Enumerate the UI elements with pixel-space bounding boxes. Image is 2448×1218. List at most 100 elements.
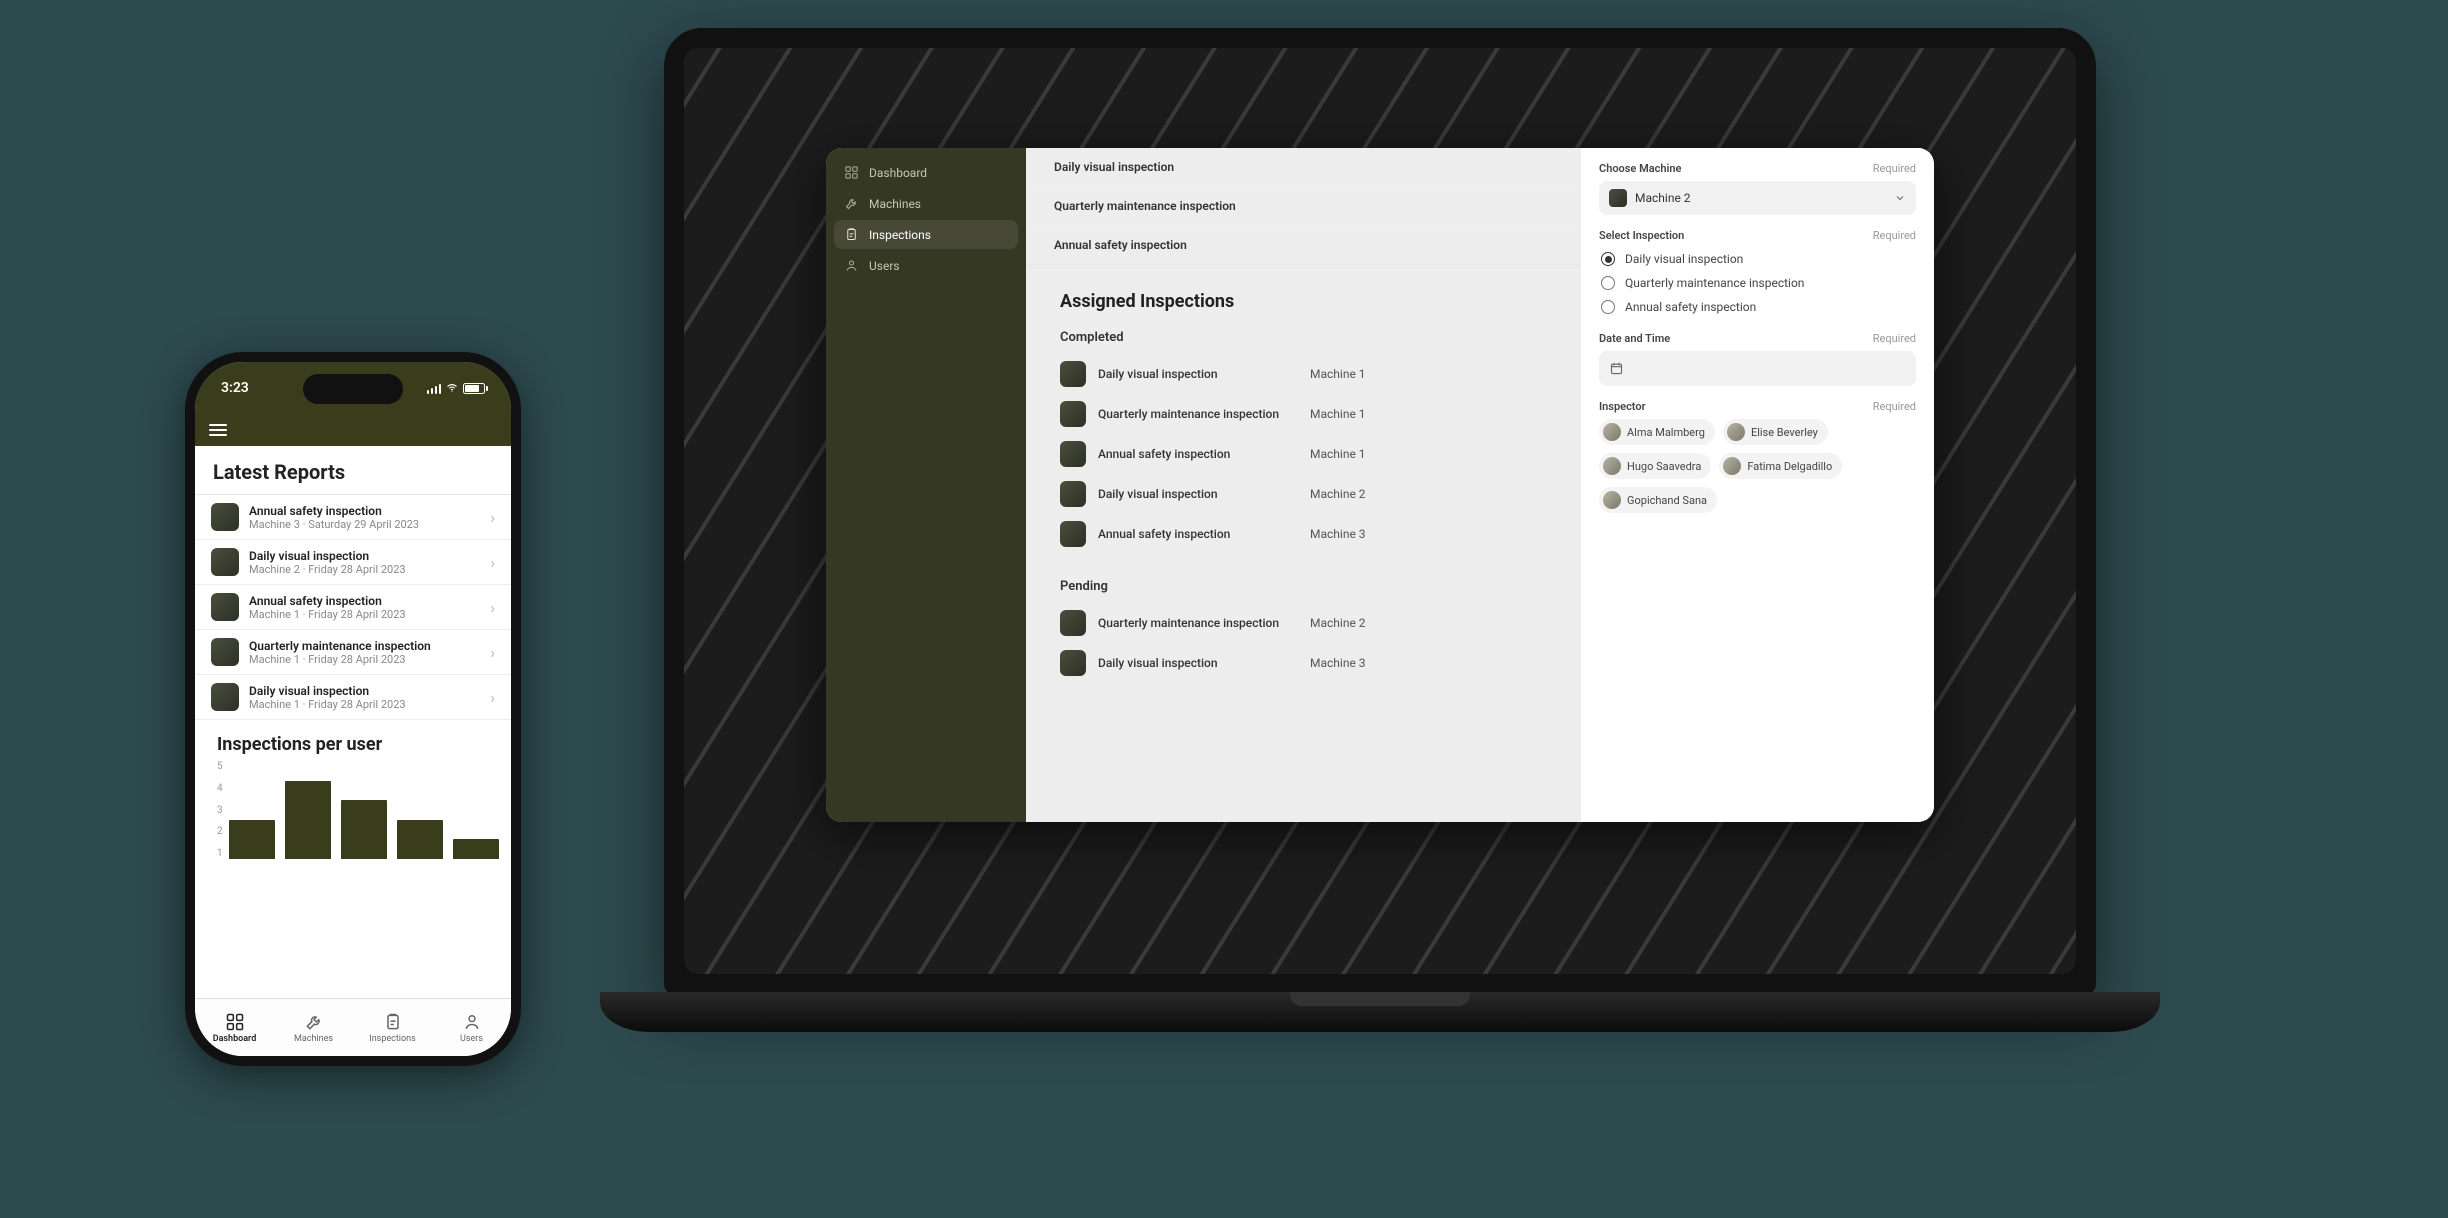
report-item[interactable]: Daily visual inspection Machine 1 · Frid… (195, 675, 511, 720)
report-item[interactable]: Daily visual inspection Machine 2 · Frid… (195, 540, 511, 585)
sidebar-item-machines[interactable]: Machines (834, 189, 1018, 218)
chevron-right-icon: › (490, 598, 495, 617)
report-thumb (211, 683, 239, 711)
sidebar-item-label: Dashboard (869, 166, 927, 180)
inspection-row-machine: Machine 3 (1310, 527, 1366, 541)
chip-label: Fatima Delgadillo (1747, 460, 1832, 473)
machine-select-value: Machine 2 (1635, 191, 1691, 205)
tab-label: Inspections (369, 1034, 415, 1044)
tab-bar: Dashboard Machines Inspections Users (195, 998, 511, 1056)
laptop-mockup: Dashboard Machines Inspections Users (600, 28, 2160, 1032)
report-item-sub: Machine 1 · Friday 28 April 2023 (249, 698, 480, 711)
dashboard-icon (225, 1012, 245, 1032)
calendar-icon (1609, 361, 1624, 376)
inspection-row-title: Daily visual inspection (1098, 656, 1298, 670)
inspection-row-machine: Machine 1 (1310, 367, 1366, 381)
inspections-chart: 54321 (195, 761, 511, 869)
chip-label: Alma Malmberg (1627, 426, 1705, 439)
date-time-input[interactable] (1599, 351, 1916, 386)
inspection-type-row[interactable]: Annual safety inspection (1026, 226, 1580, 264)
tab-machines[interactable]: Machines (274, 999, 353, 1056)
report-item[interactable]: Annual safety inspection Machine 1 · Fri… (195, 585, 511, 630)
inspection-thumb (1060, 481, 1086, 507)
inspection-row-title: Daily visual inspection (1098, 367, 1298, 381)
inspector-chip[interactable]: Gopichand Sana (1599, 487, 1717, 513)
chart-bar (453, 839, 499, 859)
inspection-row[interactable]: Daily visual inspection Machine 1 (1060, 355, 1546, 393)
report-item-sub: Machine 3 · Saturday 29 April 2023 (249, 518, 480, 531)
inspection-row[interactable]: Annual safety inspectionMachine 1 (1060, 435, 1546, 473)
report-item-title: Annual safety inspection (249, 504, 480, 518)
inspection-type-row[interactable]: Daily visual inspection (1026, 148, 1580, 187)
inspection-row[interactable]: Quarterly maintenance inspectionMachine … (1060, 395, 1546, 433)
inspection-radio-group: Daily visual inspection Quarterly mainten… (1599, 248, 1916, 318)
inspection-row[interactable]: Daily visual inspection Machine 2 (1060, 475, 1546, 513)
inspector-chip[interactable]: Elise Beverley (1723, 419, 1828, 445)
dashboard-icon (844, 165, 859, 180)
inspection-row[interactable]: Daily visual inspection Machine 3 (1060, 644, 1546, 682)
chart-title: Inspections per user (195, 720, 511, 761)
inspection-radio[interactable]: Quarterly maintenance inspection (1601, 276, 1914, 290)
report-item[interactable]: Quarterly maintenance inspection Machine… (195, 630, 511, 675)
inspection-row-title: Annual safety inspection (1098, 527, 1298, 541)
laptop-screen: Dashboard Machines Inspections Users (684, 48, 2076, 974)
sidebar-item-label: Users (869, 259, 900, 273)
tab-users[interactable]: Users (432, 999, 511, 1056)
chart-y-axis: 54321 (217, 761, 229, 859)
inspection-type-row[interactable]: Quarterly maintenance inspection (1026, 187, 1580, 226)
avatar (1603, 491, 1621, 509)
inspection-row[interactable]: Annual safety inspection Machine 3 (1060, 515, 1546, 553)
inspector-chip[interactable]: Fatima Delgadillo (1719, 453, 1842, 479)
inspection-thumb (1060, 441, 1086, 467)
user-icon (462, 1012, 482, 1032)
tab-inspections[interactable]: Inspections (353, 999, 432, 1056)
report-item-sub: Machine 2 · Friday 28 April 2023 (249, 563, 480, 576)
sidebar-item-dashboard[interactable]: Dashboard (834, 158, 1018, 187)
phone-screen: 3:23 Latest Reports Annual safety inspec… (195, 362, 511, 1056)
menu-icon[interactable] (209, 424, 227, 435)
chart-bars (229, 761, 499, 859)
chevron-right-icon: › (490, 688, 495, 707)
laptop-base (600, 992, 2160, 1032)
radio-label: Quarterly maintenance inspection (1625, 276, 1804, 290)
inspection-row-machine: Machine 3 (1310, 656, 1366, 670)
inspector-chip[interactable]: Alma Malmberg (1599, 419, 1715, 445)
avatar (1727, 423, 1745, 441)
report-item-sub: Machine 1 · Friday 28 April 2023 (249, 608, 480, 621)
inspection-radio[interactable]: Daily visual inspection (1601, 252, 1914, 266)
inspection-row-machine: Machine 2 (1310, 487, 1366, 501)
assigned-inspections-title: Assigned Inspections (1060, 291, 1546, 312)
chevron-down-icon (1894, 192, 1906, 204)
inspector-chip[interactable]: Hugo Saavedra (1599, 453, 1711, 479)
report-item-title: Quarterly maintenance inspection (249, 639, 480, 653)
sidebar-item-inspections[interactable]: Inspections (834, 220, 1018, 249)
app-window: Dashboard Machines Inspections Users (826, 148, 1934, 822)
laptop-lid: Dashboard Machines Inspections Users (664, 28, 2096, 994)
inspection-radio[interactable]: Annual safety inspection (1601, 300, 1914, 314)
tab-dashboard[interactable]: Dashboard (195, 999, 274, 1056)
inspector-chips: Alma Malmberg Elise Beverley Hugo Saavedra… (1599, 419, 1916, 513)
cellular-icon (427, 383, 442, 394)
phone-mockup: 3:23 Latest Reports Annual safety inspec… (185, 352, 521, 1066)
machine-select[interactable]: Machine 2 (1599, 181, 1916, 215)
wrench-icon (304, 1012, 324, 1032)
inspection-row-title: Annual safety inspection (1098, 447, 1298, 461)
clipboard-icon (844, 227, 859, 242)
sidebar-item-users[interactable]: Users (834, 251, 1018, 280)
report-item[interactable]: Annual safety inspection Machine 3 · Sat… (195, 495, 511, 540)
report-item-title: Daily visual inspection (249, 549, 480, 563)
chip-label: Gopichand Sana (1627, 494, 1707, 507)
chart-bar (341, 800, 387, 859)
chevron-right-icon: › (490, 508, 495, 527)
wifi-icon (445, 382, 459, 394)
radio-icon (1601, 300, 1615, 314)
chart-bar (397, 820, 443, 859)
inspection-row-title: Daily visual inspection (1098, 487, 1298, 501)
phone-notch (303, 374, 403, 404)
inspection-type-list: Daily visual inspection Quarterly mainte… (1026, 148, 1580, 265)
sidebar-item-label: Machines (869, 197, 921, 211)
report-item-sub: Machine 1 · Friday 28 April 2023 (249, 653, 480, 666)
inspection-thumb (1060, 650, 1086, 676)
chevron-right-icon: › (490, 553, 495, 572)
inspection-row[interactable]: Quarterly maintenance inspectionMachine … (1060, 604, 1546, 642)
